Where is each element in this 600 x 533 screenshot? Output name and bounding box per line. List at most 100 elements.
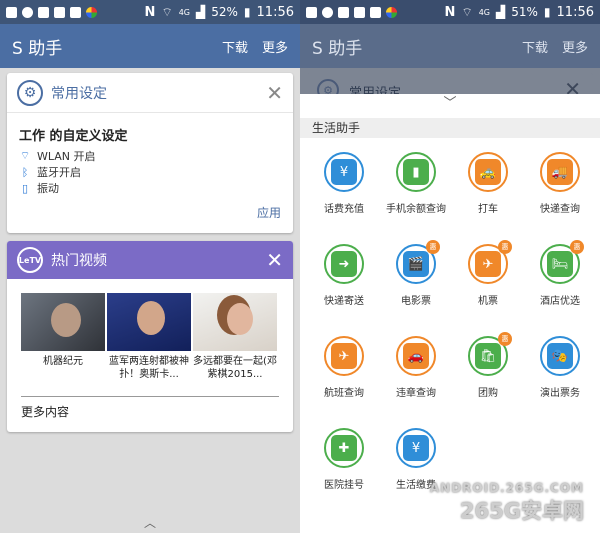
more-button[interactable]: 更多 <box>562 37 588 56</box>
close-icon[interactable]: ✕ <box>266 250 283 270</box>
video-caption[interactable]: 机器纪元 <box>21 355 105 383</box>
service-item[interactable]: 🚚 快递查询 <box>524 152 596 244</box>
app-title: S 助手 <box>312 38 363 59</box>
apply-button[interactable]: 应用 <box>257 204 281 221</box>
setting-item: ⌔ WLAN 开启 <box>19 148 281 164</box>
service-item[interactable]: 🎭 演出票务 <box>524 336 596 428</box>
mail-icon <box>38 6 49 18</box>
vibrate-icon: ▯ <box>21 181 29 195</box>
taxi-icon[interactable]: 🚕 <box>468 152 508 192</box>
app-icon <box>70 6 81 18</box>
icon-glyph: 🚗 <box>403 343 429 369</box>
service-item[interactable]: ✈ 惠机票 <box>452 240 524 336</box>
service-item[interactable]: ✈ 航班查询 <box>308 336 380 428</box>
video-caption[interactable]: 蓝军两连射都被神扑！奥斯卡... <box>107 355 191 383</box>
download-button[interactable]: 下载 <box>522 37 548 56</box>
service-item[interactable]: ➜ 快递寄送 <box>308 244 380 336</box>
section-title: 生活助手 <box>300 118 600 138</box>
service-label: 团购 <box>478 388 498 399</box>
hotel-icon[interactable]: 🛏 惠 <box>540 240 584 284</box>
bluetooth-icon: ᛒ <box>21 165 29 179</box>
utility-payment-icon[interactable]: ¥ <box>396 428 436 468</box>
icon-glyph: 🎭 <box>547 343 573 369</box>
icon-glyph: 🛏 <box>547 251 573 277</box>
setting-label: WLAN 开启 <box>37 150 96 163</box>
close-icon[interactable]: ✕ <box>266 83 283 103</box>
discount-badge: 惠 <box>498 332 512 346</box>
video-thumbnail[interactable] <box>21 293 105 351</box>
express-send-icon[interactable]: ➜ <box>324 244 364 284</box>
service-item[interactable]: ¥ 话费充值 <box>308 152 380 244</box>
app-icon <box>370 6 381 18</box>
group-buy-icon[interactable]: 🛍 惠 <box>468 332 512 376</box>
nfc-icon: N <box>444 4 456 20</box>
balance-query-icon[interactable]: ▮ <box>396 152 436 192</box>
discount-badge: 惠 <box>570 240 584 254</box>
battery-icon: ▮ <box>543 5 551 19</box>
service-label: 演出票务 <box>540 388 580 399</box>
service-item[interactable]: ▮ 手机余额查询 <box>380 152 452 244</box>
video-item[interactable]: 多远都要在一起(邓紫棋2015... <box>193 293 277 383</box>
service-item[interactable]: 🛏 惠酒店优选 <box>524 240 596 336</box>
discount-badge: 惠 <box>426 240 440 254</box>
plane-ticket-icon[interactable]: ✈ 惠 <box>468 240 512 284</box>
settings-card-header: ⚙ 常用设定 ✕ <box>7 73 293 113</box>
icon-glyph: ✚ <box>331 435 357 461</box>
phone-recharge-icon[interactable]: ¥ <box>324 152 364 192</box>
movie-ticket-icon[interactable]: 🎬 惠 <box>396 240 440 284</box>
service-label: 快递寄送 <box>324 296 364 307</box>
gear-icon: ⚙ <box>17 79 43 106</box>
video-card: LeTV 热门视频 ✕ 机器纪元 蓝军两连射都被神扑！奥斯卡... 多远都要在一… <box>7 241 293 432</box>
status-bar: N ⌔ 4G ▟ 52% ▮ 11:56 <box>0 0 300 24</box>
notification-icons <box>306 6 397 18</box>
more-content-link[interactable]: 更多内容 <box>21 396 279 420</box>
hospital-icon[interactable]: ✚ <box>324 428 364 468</box>
violation-query-icon[interactable]: 🚗 <box>396 336 436 376</box>
battery-icon: ▮ <box>243 5 251 19</box>
icon-glyph: 🛍 <box>475 343 501 369</box>
chevron-up-icon[interactable]: ︿ <box>0 514 300 531</box>
life-helper-sheet: ﹀ 生活助手 ¥ 话费充值 ▮ 手机余额查询 🚕 打车 🚚 快递查询 ➜ 快递寄送 🎬 惠电影票 ✈ 惠机… <box>300 94 600 533</box>
settings-card-title: 常用设定 <box>51 85 107 102</box>
icon-glyph: ▮ <box>403 159 429 185</box>
service-item[interactable]: 🚗 违章查询 <box>380 336 452 428</box>
left-screen: N ⌔ 4G ▟ 52% ▮ 11:56 S 助手 下载 更多 ⚙ 常用设定 ✕… <box>0 0 300 533</box>
right-screen: N ⌔ 4G ▟ 51% ▮ 11:56 S 助手 下载 更多 ⚙ 常用设定 ✕… <box>300 0 600 533</box>
service-label: 话费充值 <box>324 204 364 215</box>
service-item[interactable]: 🛍 惠团购 <box>452 332 524 428</box>
status-bar: N ⌔ 4G ▟ 51% ▮ 11:56 <box>300 0 600 24</box>
app-title: S 助手 <box>12 38 63 59</box>
warning-icon <box>6 6 17 18</box>
notification-icons <box>6 6 97 18</box>
show-ticket-icon[interactable]: 🎭 <box>540 336 580 376</box>
video-item[interactable]: 蓝军两连射都被神扑！奥斯卡... <box>107 293 191 383</box>
watermark: ANDROID.265G.COM 265G安卓网 <box>430 481 584 525</box>
service-item[interactable]: ✚ 医院挂号 <box>308 428 380 520</box>
image-icon <box>54 6 65 18</box>
flight-query-icon[interactable]: ✈ <box>324 336 364 376</box>
service-item[interactable]: 🚕 打车 <box>452 152 524 244</box>
video-item[interactable]: 机器纪元 <box>21 293 105 383</box>
watermark-brand: 265G安卓网 <box>459 499 584 523</box>
video-list: 机器纪元 蓝军两连射都被神扑！奥斯卡... 多远都要在一起(邓紫棋2015... <box>7 279 293 383</box>
battery-percent: 51% <box>511 5 538 19</box>
express-query-icon[interactable]: 🚚 <box>540 152 580 192</box>
setting-label: 蓝牙开启 <box>37 166 81 179</box>
more-button[interactable]: 更多 <box>262 37 288 56</box>
network-type: 4G <box>478 7 491 17</box>
chevron-down-icon[interactable]: ﹀ <box>300 94 600 118</box>
profile-name: 工作 的自定义设定 <box>19 129 128 144</box>
download-button[interactable]: 下载 <box>222 37 248 56</box>
service-item[interactable]: 🎬 惠电影票 <box>380 240 452 336</box>
color-app-icon <box>386 6 397 18</box>
video-caption[interactable]: 多远都要在一起(邓紫棋2015... <box>193 355 277 383</box>
color-app-icon <box>86 6 97 18</box>
location-icon <box>22 6 33 18</box>
setting-item: ᛒ 蓝牙开启 <box>19 164 281 180</box>
service-label: 快递查询 <box>540 204 580 215</box>
video-thumbnail[interactable] <box>107 293 191 351</box>
nfc-icon: N <box>144 4 156 20</box>
signal-icon: ▟ <box>196 5 206 19</box>
warning-icon <box>306 6 317 18</box>
video-thumbnail[interactable] <box>193 293 277 351</box>
